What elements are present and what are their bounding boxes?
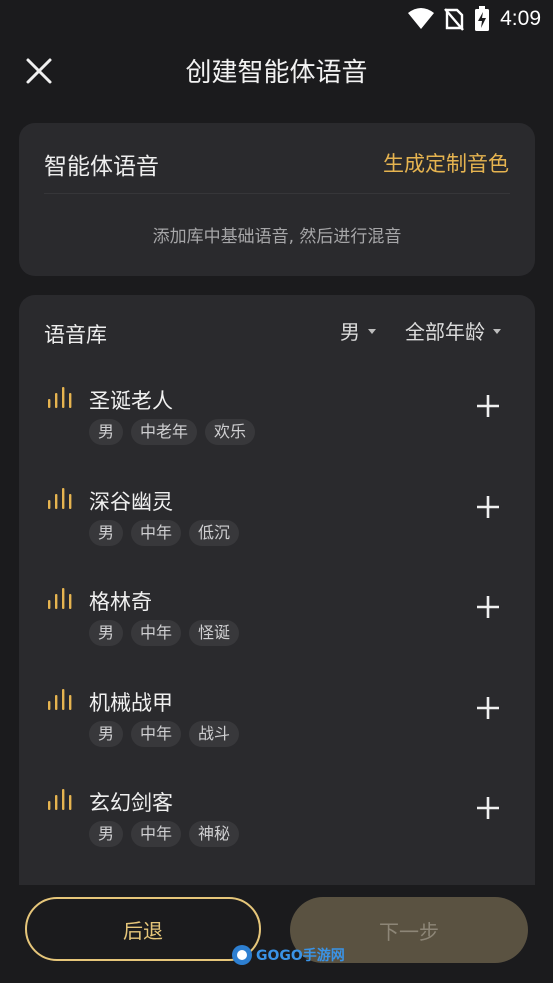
status-bar: 4:09 — [0, 0, 553, 38]
add-icon[interactable] — [475, 494, 501, 520]
gender-filter-value: 男 — [340, 320, 360, 344]
watermark-logo-icon — [232, 945, 252, 965]
voice-item[interactable]: 格林奇 男 中年 怪诞 — [19, 582, 535, 683]
tag-gender: 男 — [89, 620, 124, 646]
status-time: 4:09 — [500, 7, 541, 30]
sound-wave-icon[interactable] — [47, 487, 75, 510]
watermark-text: GOGO手游网 — [256, 948, 345, 964]
voice-item[interactable]: 深谷幽灵 男 中年 低沉 — [19, 482, 535, 583]
add-icon[interactable] — [475, 393, 501, 419]
tag-style: 欢乐 — [205, 419, 256, 445]
voice-tags: 男 中老年 欢乐 — [89, 419, 256, 445]
sound-wave-icon[interactable] — [47, 789, 75, 811]
sound-wave-icon[interactable] — [47, 588, 75, 610]
mix-hint-text: 添加库中基础语音, 然后进行混音 — [152, 227, 402, 247]
generate-custom-voice-button[interactable]: 生成定制音色 — [383, 148, 509, 178]
sound-wave-icon[interactable] — [47, 387, 75, 409]
voice-name: 深谷幽灵 — [89, 489, 173, 514]
caret-down-icon — [493, 329, 501, 334]
watermark: GOGO手游网 — [232, 945, 345, 965]
add-icon[interactable] — [475, 594, 501, 620]
tag-gender: 男 — [89, 519, 124, 546]
tag-age: 中年 — [131, 821, 182, 847]
tag-age: 中老年 — [131, 419, 198, 445]
header: 创建智能体语音 — [0, 40, 553, 102]
voice-name: 机械战甲 — [89, 690, 173, 715]
tag-age: 中年 — [131, 720, 182, 747]
tag-age: 中年 — [131, 620, 182, 646]
voice-library-title: 语音库 — [44, 323, 107, 347]
voice-name: 圣诞老人 — [89, 389, 173, 413]
tag-style: 战斗 — [189, 720, 240, 747]
tag-age: 中年 — [131, 519, 182, 546]
voice-tags: 男 中年 神秘 — [89, 821, 240, 847]
tag-style: 神秘 — [189, 821, 240, 847]
battery-charging-icon — [475, 6, 490, 31]
voice-library-card: 语音库 男 全部年龄 圣诞老人 男 中老年 欢乐 深谷幽灵 男 中年 低沉 格林… — [19, 295, 535, 885]
agent-voice-label: 智能体语音 — [44, 154, 159, 180]
tag-gender: 男 — [89, 419, 124, 445]
status-icons: 4:09 — [408, 6, 541, 32]
voice-tags: 男 中年 低沉 — [89, 519, 240, 546]
add-icon[interactable] — [475, 795, 501, 821]
voice-item[interactable]: 机械战甲 男 中年 战斗 — [19, 683, 535, 784]
voice-item[interactable]: 圣诞老人 男 中老年 欢乐 — [19, 381, 535, 482]
tag-style: 低沉 — [189, 519, 240, 546]
page-title: 创建智能体语音 — [185, 58, 368, 88]
voice-list: 圣诞老人 男 中老年 欢乐 深谷幽灵 男 中年 低沉 格林奇 男 中年 怪诞 机… — [19, 381, 535, 884]
agent-voice-card: 智能体语音 生成定制音色 添加库中基础语音, 然后进行混音 — [19, 123, 535, 276]
sound-wave-icon[interactable] — [47, 688, 75, 711]
bottom-action-bar: 后退 下一步 GOGO手游网 — [0, 885, 553, 983]
age-filter-value: 全部年龄 — [405, 320, 485, 344]
no-sim-icon — [444, 8, 465, 31]
tag-gender: 男 — [89, 821, 124, 847]
voice-tags: 男 中年 战斗 — [89, 720, 240, 747]
gender-filter-dropdown[interactable]: 男 — [340, 316, 376, 345]
add-icon[interactable] — [475, 695, 501, 721]
voice-name: 格林奇 — [89, 590, 152, 614]
tag-gender: 男 — [89, 720, 124, 747]
age-filter-dropdown[interactable]: 全部年龄 — [405, 316, 501, 345]
divider — [44, 193, 510, 194]
voice-name: 玄幻剑客 — [89, 791, 173, 815]
voice-item[interactable]: 玄幻剑客 男 中年 神秘 — [19, 783, 535, 884]
tag-style: 怪诞 — [189, 620, 240, 646]
voice-tags: 男 中年 怪诞 — [89, 620, 240, 646]
caret-down-icon — [368, 329, 376, 334]
back-button[interactable]: 后退 — [25, 897, 261, 961]
wifi-icon — [408, 8, 435, 29]
